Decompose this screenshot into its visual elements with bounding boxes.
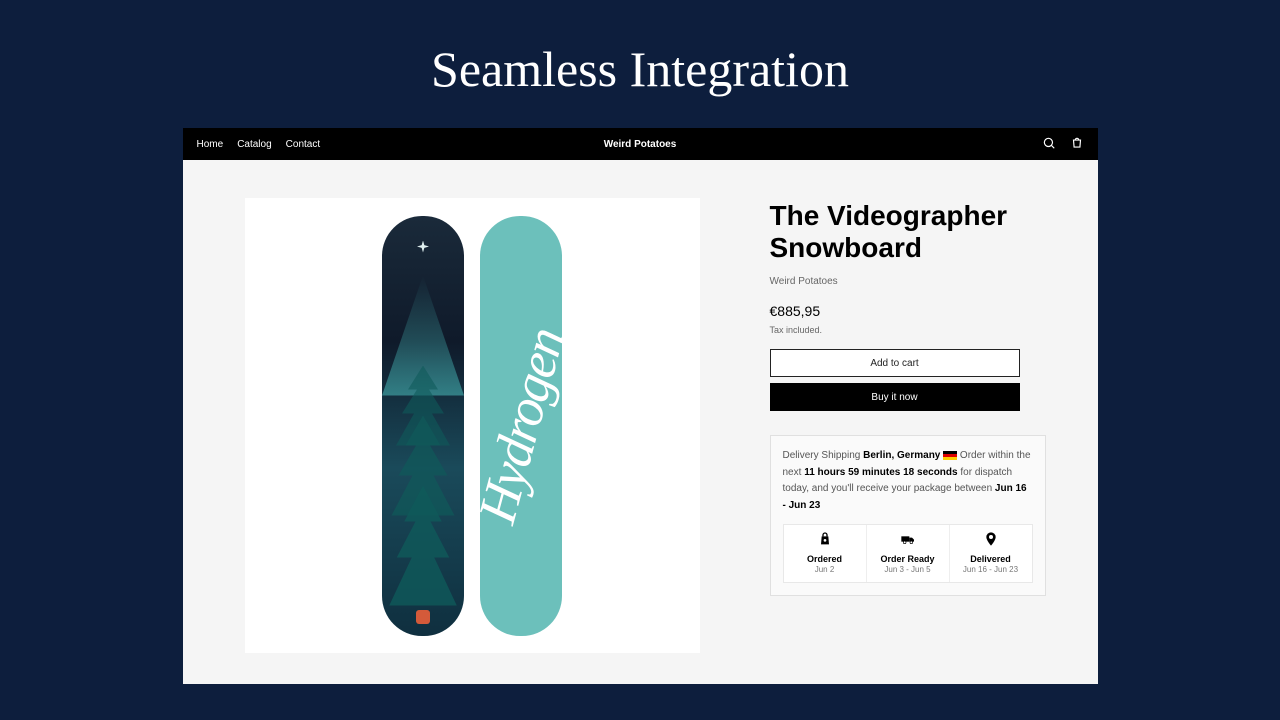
product-vendor: Weird Potatoes [770, 276, 1046, 287]
add-to-cart-button[interactable]: Add to cart [770, 349, 1020, 377]
product-title: The Videographer Snowboard [770, 200, 1046, 264]
page-hero-title: Seamless Integration [0, 0, 1280, 128]
buy-now-button[interactable]: Buy it now [770, 383, 1020, 411]
step-order-ready: Order Ready Jun 3 - Jun 5 [867, 525, 950, 582]
delivery-text: Delivery Shipping Berlin, Germany Order … [783, 448, 1033, 514]
product-image: Hydrogen [245, 198, 700, 653]
snowboard-front [382, 216, 464, 636]
nav-home[interactable]: Home [197, 139, 224, 150]
truck-icon [900, 536, 916, 553]
nav-catalog[interactable]: Catalog [237, 139, 271, 150]
product-price: €885,95 [770, 303, 1046, 319]
search-icon[interactable] [1042, 136, 1056, 153]
location-pin-icon [983, 536, 999, 553]
tax-note: Tax included. [770, 325, 1046, 335]
main-nav: Home Catalog Contact [197, 139, 321, 150]
site-header: Home Catalog Contact Weird Potatoes [183, 128, 1098, 160]
site-brand[interactable]: Weird Potatoes [604, 139, 677, 150]
nav-contact[interactable]: Contact [286, 139, 320, 150]
delivery-timeline: Ordered Jun 2 Order Ready Jun 3 - Jun 5 [783, 524, 1033, 583]
delivery-box: Delivery Shipping Berlin, Germany Order … [770, 435, 1046, 596]
board-script-text: Hydrogen [465, 322, 576, 529]
storefront-window: Home Catalog Contact Weird Potatoes [183, 128, 1098, 684]
cart-icon[interactable] [1070, 136, 1084, 153]
step-delivered: Delivered Jun 16 - Jun 23 [950, 525, 1032, 582]
flag-germany-icon [943, 451, 957, 460]
bag-icon [817, 536, 833, 553]
step-ordered: Ordered Jun 2 [784, 525, 867, 582]
snowboard-back: Hydrogen [480, 216, 562, 636]
product-details: The Videographer Snowboard Weird Potatoe… [770, 198, 1046, 684]
